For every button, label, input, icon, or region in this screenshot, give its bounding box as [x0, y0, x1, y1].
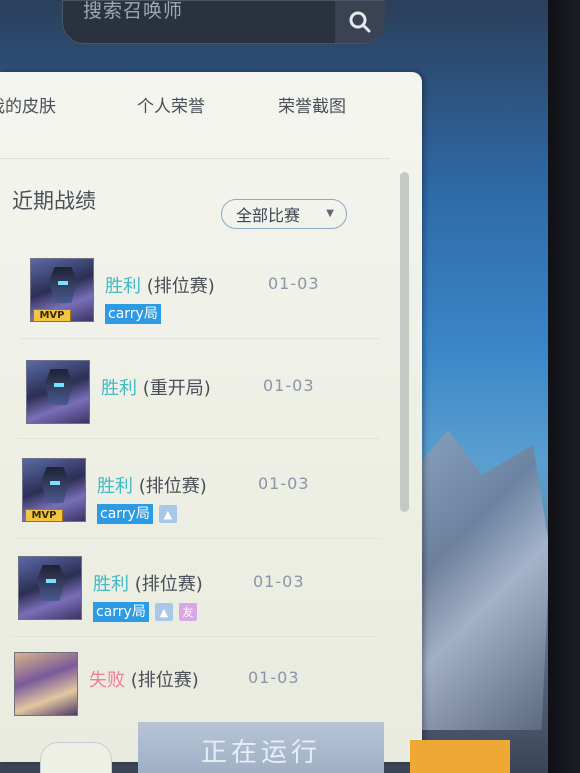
- mvp-badge: MVP: [33, 309, 71, 321]
- match-date: 01-03: [253, 572, 305, 591]
- carry-tag: carry局: [93, 602, 149, 622]
- screenshot-icon: ▲: [154, 603, 173, 621]
- carry-tag: carry局: [97, 504, 153, 524]
- match-tags: carry局 ▲ 友: [93, 602, 197, 624]
- tabs-divider: [0, 158, 390, 159]
- match-result: 失败 (排位赛): [89, 670, 199, 691]
- carry-tag: carry局: [105, 304, 161, 324]
- tab-bar: 我的皮肤 个人荣誉 荣誉截图: [0, 92, 422, 132]
- action-button[interactable]: [410, 740, 510, 773]
- match-tags: carry局: [105, 304, 161, 326]
- search-input[interactable]: 搜索召唤师: [83, 1, 333, 33]
- tab-my-skins[interactable]: 我的皮肤: [0, 92, 56, 117]
- tab-honor-screenshots[interactable]: 荣誉截图: [278, 92, 346, 117]
- row-divider: [18, 438, 380, 439]
- record-panel: 我的皮肤 个人荣誉 荣誉截图 近期战绩 全部比赛 ▼ MVP 胜利 (排位赛) …: [0, 72, 422, 762]
- hero-avatar: [26, 360, 90, 424]
- match-row[interactable]: MVP 胜利 (排位赛) 01-03 carry局: [30, 258, 360, 338]
- hero-avatar: [18, 556, 82, 620]
- tab-personal-honor[interactable]: 个人荣誉: [137, 92, 205, 117]
- match-date: 01-03: [248, 668, 300, 687]
- search-icon: [349, 11, 371, 33]
- section-title: 近期战绩: [12, 189, 96, 213]
- match-row[interactable]: 胜利 (排位赛) 01-03 carry局 ▲ 友: [18, 556, 348, 636]
- match-tags: carry局 ▲: [97, 504, 177, 526]
- running-button[interactable]: 正在运行: [138, 722, 384, 773]
- match-row[interactable]: MVP 胜利 (排位赛) 01-03 carry局 ▲: [22, 458, 352, 538]
- match-date: 01-03: [263, 376, 315, 395]
- row-divider: [10, 636, 380, 637]
- hero-avatar: MVP: [30, 258, 94, 322]
- hero-avatar: [14, 652, 78, 716]
- match-date: 01-03: [258, 474, 310, 493]
- match-date: 01-03: [268, 274, 320, 293]
- match-result: 胜利 (排位赛): [97, 476, 207, 497]
- search-button[interactable]: [335, 1, 385, 43]
- mvp-badge: MVP: [25, 509, 63, 521]
- screenshot-icon: ▲: [158, 505, 177, 523]
- scrollbar[interactable]: [400, 172, 409, 512]
- monitor-bezel: [548, 0, 580, 773]
- match-result: 胜利 (排位赛): [105, 276, 215, 297]
- match-result: 胜利 (排位赛): [93, 574, 203, 595]
- hero-avatar: MVP: [22, 458, 86, 522]
- row-divider: [14, 538, 380, 539]
- search-bar: 搜索召唤师: [62, 0, 385, 44]
- match-result: 胜利 (重开局): [101, 378, 211, 399]
- friend-badge: 友: [178, 603, 197, 621]
- back-button[interactable]: [40, 742, 112, 773]
- chevron-down-icon: ▼: [326, 208, 334, 219]
- match-row[interactable]: 胜利 (重开局) 01-03: [26, 360, 356, 440]
- row-divider: [20, 338, 380, 339]
- match-filter-select[interactable]: 全部比赛 ▼: [221, 199, 347, 229]
- filter-label: 全部比赛: [236, 206, 301, 225]
- match-row[interactable]: 失败 (排位赛) 01-03: [14, 652, 344, 732]
